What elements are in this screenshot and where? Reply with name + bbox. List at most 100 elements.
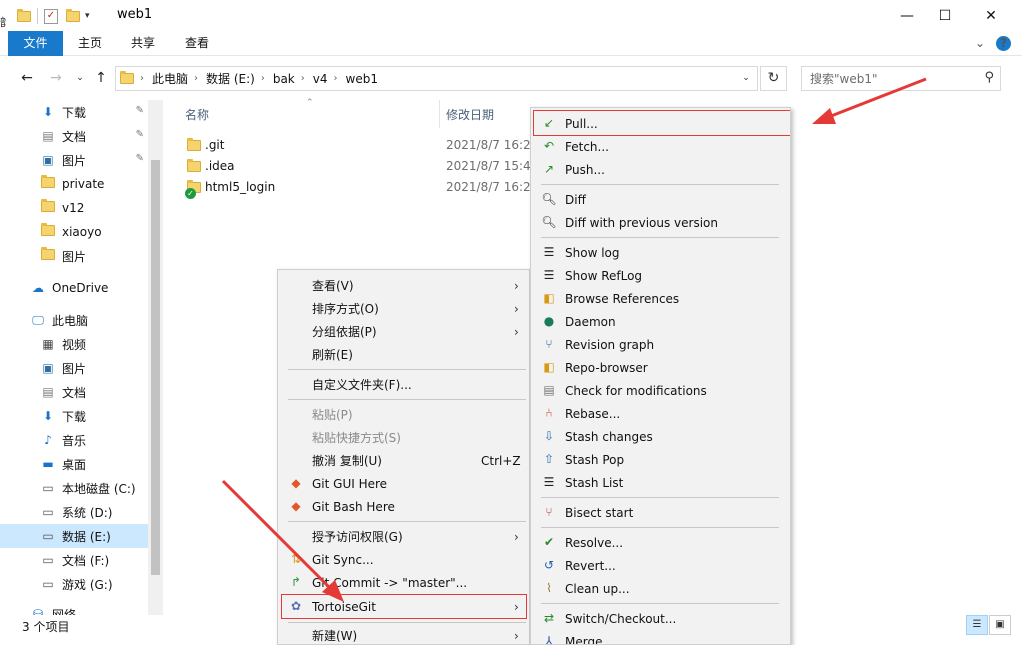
check-modifications-icon: ▤ bbox=[543, 383, 555, 397]
breadcrumb-drive-e[interactable]: 数据 (E:) bbox=[206, 70, 255, 87]
search-box[interactable]: ⚲ bbox=[801, 66, 1001, 91]
sidebar-item-downloads-pinned[interactable]: ⬇ 下载 ✎ bbox=[0, 100, 148, 124]
tab-share[interactable]: 共享 bbox=[120, 31, 166, 56]
ribbon-expand-icon[interactable]: ⌄ bbox=[975, 36, 985, 50]
breadcrumb-separator[interactable]: › bbox=[261, 73, 265, 84]
menu-item-merge[interactable]: ⅄ Merge... bbox=[531, 630, 790, 644]
up-button[interactable]: ↑ bbox=[91, 68, 111, 88]
menu-item-revision-graph[interactable]: ⑂ Revision graph bbox=[531, 333, 790, 356]
breadcrumb-separator[interactable]: › bbox=[334, 73, 338, 84]
menu-item-git-sync[interactable]: ⇅ Git Sync... bbox=[278, 548, 529, 571]
pin-icon[interactable]: ✎ bbox=[136, 105, 144, 116]
breadcrumb-this-pc[interactable]: 此电脑 bbox=[152, 70, 188, 87]
address-bar[interactable]: › 此电脑 › 数据 (E:) › bak › v4 › web1 ⌄ bbox=[115, 66, 758, 91]
menu-item-git-gui[interactable]: ◆ Git GUI Here bbox=[278, 472, 529, 495]
help-icon[interactable]: ? bbox=[996, 36, 1011, 51]
sidebar-item-videos[interactable]: ▦ 视频 bbox=[0, 332, 148, 356]
menu-item-new[interactable]: 新建(W) › bbox=[278, 624, 529, 644]
sidebar-scrollbar-thumb[interactable] bbox=[151, 160, 160, 575]
breadcrumb-bak[interactable]: bak bbox=[273, 72, 295, 86]
menu-item-group-by[interactable]: 分组依据(P) › bbox=[278, 320, 529, 343]
menu-item-diff-previous[interactable]: 🔍︎ Diff with previous version bbox=[531, 211, 790, 234]
menu-item-paste[interactable]: 粘贴(P) bbox=[278, 403, 529, 426]
sidebar-item-downloads[interactable]: ⬇ 下载 bbox=[0, 404, 148, 428]
column-header-date[interactable]: 修改日期 bbox=[446, 106, 494, 124]
sidebar-item-this-pc[interactable]: 🖵 此电脑 bbox=[0, 308, 148, 332]
menu-item-customize-folder[interactable]: 自定义文件夹(F)... bbox=[278, 373, 529, 396]
refresh-button[interactable]: ↻ bbox=[760, 66, 787, 91]
menu-item-show-log[interactable]: ☰ Show log bbox=[531, 241, 790, 264]
sidebar-item-network[interactable]: ⛁ 网络 bbox=[0, 602, 148, 615]
sidebar-item-v12[interactable]: v12 bbox=[0, 196, 148, 220]
breadcrumb-separator[interactable]: › bbox=[301, 73, 305, 84]
menu-item-paste-shortcut[interactable]: 粘贴快捷方式(S) bbox=[278, 426, 529, 449]
address-dropdown-icon[interactable]: ⌄ bbox=[735, 67, 757, 90]
menu-item-resolve[interactable]: ✔ Resolve... bbox=[531, 531, 790, 554]
sidebar-item-drive-g[interactable]: ▭ 游戏 (G:) bbox=[0, 572, 148, 596]
sidebar-item-drive-f[interactable]: ▭ 文档 (F:) bbox=[0, 548, 148, 572]
details-view-icon[interactable]: ☰ bbox=[966, 615, 988, 635]
sidebar-item-pictures[interactable]: ▣ 图片 bbox=[0, 356, 148, 380]
tab-view[interactable]: 查看 bbox=[174, 31, 220, 56]
menu-item-git-bash[interactable]: ◆ Git Bash Here bbox=[278, 495, 529, 518]
new-folder-icon[interactable] bbox=[66, 8, 80, 22]
sidebar-item-private[interactable]: private bbox=[0, 172, 148, 196]
breadcrumb-v4[interactable]: v4 bbox=[313, 72, 328, 86]
menu-item-refresh[interactable]: 刷新(E) bbox=[278, 343, 529, 366]
menu-item-git-commit[interactable]: ↱ Git Commit -> "master"... bbox=[278, 571, 529, 594]
sidebar-item-drive-e[interactable]: ▭ 数据 (E:) bbox=[0, 524, 148, 548]
sidebar-item-drive-c[interactable]: ▭ 本地磁盘 (C:) bbox=[0, 476, 148, 500]
menu-item-show-reflog[interactable]: ☰ Show RefLog bbox=[531, 264, 790, 287]
breadcrumb-separator[interactable]: › bbox=[140, 73, 144, 84]
column-header-name[interactable]: 名称 bbox=[185, 106, 209, 124]
menu-item-stash-changes[interactable]: ⇩ Stash changes bbox=[531, 425, 790, 448]
forward-button[interactable]: → bbox=[46, 68, 66, 88]
sidebar-item-onedrive[interactable]: ☁ OneDrive bbox=[0, 276, 148, 300]
maximize-button[interactable]: ☐ bbox=[922, 0, 968, 31]
sidebar-item-desktop[interactable]: ▬ 桌面 bbox=[0, 452, 148, 476]
menu-item-switch-checkout[interactable]: ⇄ Switch/Checkout... bbox=[531, 607, 790, 630]
menu-item-grant-access[interactable]: 授予访问权限(G) › bbox=[278, 525, 529, 548]
large-icons-view-icon[interactable]: ▣ bbox=[989, 615, 1011, 635]
menu-item-sort-by[interactable]: 排序方式(O) › bbox=[278, 297, 529, 320]
sidebar-item-music[interactable]: ♪ 音乐 bbox=[0, 428, 148, 452]
search-icon[interactable]: ⚲ bbox=[984, 70, 994, 85]
sidebar-item-documents-pinned[interactable]: ▤ 文档 ✎ bbox=[0, 124, 148, 148]
sidebar-item-pictures-folder[interactable]: 图片 bbox=[0, 244, 148, 268]
customize-toolbar-icon[interactable]: ▾ bbox=[85, 11, 90, 21]
menu-item-push[interactable]: ↗ Push... bbox=[531, 158, 790, 181]
properties-icon[interactable]: ✓ bbox=[44, 8, 58, 24]
sidebar-item-pictures-pinned[interactable]: ▣ 图片 ✎ bbox=[0, 148, 148, 172]
menu-item-repo-browser[interactable]: ◧ Repo-browser bbox=[531, 356, 790, 379]
menu-item-stash-pop[interactable]: ⇧ Stash Pop bbox=[531, 448, 790, 471]
sidebar-item-documents[interactable]: ▤ 文档 bbox=[0, 380, 148, 404]
menu-item-rebase[interactable]: ⑃ Rebase... bbox=[531, 402, 790, 425]
menu-item-diff[interactable]: 🔍︎ Diff bbox=[531, 188, 790, 211]
breadcrumb-separator[interactable]: › bbox=[194, 73, 198, 84]
menu-item-stash-list[interactable]: ☰ Stash List bbox=[531, 471, 790, 494]
menu-item-fetch[interactable]: ↶ Fetch... bbox=[531, 135, 790, 158]
git-normal-overlay-icon: ✓ bbox=[185, 188, 196, 199]
tab-home[interactable]: 主页 bbox=[68, 31, 112, 56]
sidebar-item-xiaoyo[interactable]: xiaoyo bbox=[0, 220, 148, 244]
recent-locations-button[interactable]: ⌄ bbox=[70, 68, 90, 88]
menu-item-label: Revert... bbox=[565, 558, 616, 573]
menu-item-browse-references[interactable]: ◧ Browse References bbox=[531, 287, 790, 310]
pin-icon[interactable]: ✎ bbox=[136, 129, 144, 140]
close-button[interactable]: ✕ bbox=[968, 0, 1014, 31]
git-bash-icon: ◆ bbox=[291, 499, 301, 513]
menu-item-undo-copy[interactable]: 撤消 复制(U) Ctrl+Z bbox=[278, 449, 529, 472]
tab-file[interactable]: 文件 bbox=[8, 31, 63, 56]
back-button[interactable]: ← bbox=[17, 68, 37, 88]
menu-item-revert[interactable]: ↺ Revert... bbox=[531, 554, 790, 577]
menu-item-view[interactable]: 查看(V) › bbox=[278, 274, 529, 297]
menu-item-clean-up[interactable]: ⌇ Clean up... bbox=[531, 577, 790, 600]
pin-icon[interactable]: ✎ bbox=[136, 153, 144, 164]
search-input[interactable] bbox=[802, 67, 972, 90]
sidebar-item-drive-d[interactable]: ▭ 系统 (D:) bbox=[0, 500, 148, 524]
menu-item-daemon[interactable]: ● Daemon bbox=[531, 310, 790, 333]
breadcrumb-web1[interactable]: web1 bbox=[346, 72, 378, 86]
menu-item-check-modifications[interactable]: ▤ Check for modifications bbox=[531, 379, 790, 402]
menu-item-bisect-start[interactable]: ⑂ Bisect start bbox=[531, 501, 790, 524]
column-divider[interactable] bbox=[439, 100, 440, 128]
